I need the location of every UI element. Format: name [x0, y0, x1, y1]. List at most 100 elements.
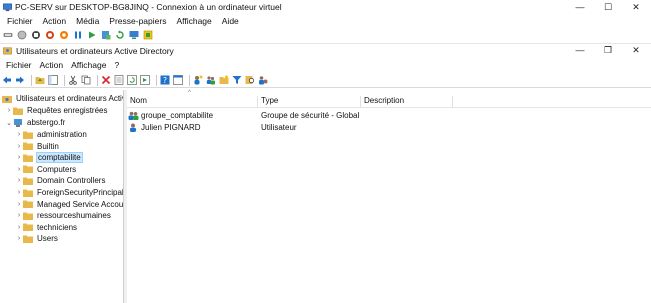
- tree-item-ou[interactable]: › techniciens: [15, 222, 78, 233]
- domain-icon: [14, 118, 22, 127]
- vm-minimize-button[interactable]: —: [565, 0, 595, 14]
- tree-item-ou[interactable]: › comptabilite: [15, 152, 83, 164]
- tree-item-ou[interactable]: › Domain Controllers: [15, 175, 106, 186]
- vm-menu-bar: Fichier Action Média Presse-papiers Affi…: [0, 15, 242, 27]
- aduc-minimize-button[interactable]: —: [565, 43, 595, 57]
- vm-close-button[interactable]: ✕: [621, 0, 651, 14]
- vm-menu-media[interactable]: Média: [76, 16, 99, 26]
- tree-item-ou[interactable]: › Users: [15, 233, 59, 244]
- column-header-name[interactable]: Nom: [127, 96, 258, 108]
- aduc-menu-fichier[interactable]: Fichier: [6, 60, 32, 70]
- help-icon[interactable]: ?: [160, 75, 170, 85]
- vm-maximize-button[interactable]: ☐: [593, 0, 623, 14]
- new-group-icon[interactable]: [206, 75, 216, 85]
- up-folder-icon[interactable]: [35, 75, 45, 85]
- cell-name: groupe_comptabilite: [128, 110, 213, 121]
- toolbar-separator: [64, 74, 65, 86]
- vm-menu-fichier[interactable]: Fichier: [7, 16, 33, 26]
- aduc-app-icon: [3, 47, 12, 55]
- tree-label-ou: Domain Controllers: [37, 176, 106, 186]
- folder-icon: [13, 107, 23, 115]
- find-icon[interactable]: [245, 75, 255, 85]
- expand-icon[interactable]: ›: [15, 143, 23, 150]
- column-header-description[interactable]: Description: [361, 96, 453, 108]
- expand-icon[interactable]: ›: [15, 154, 23, 161]
- vm-title: PC-SERV sur DESKTOP-BG8JINQ - Connexion …: [15, 2, 282, 12]
- back-icon[interactable]: [2, 75, 12, 85]
- aduc-title-bar: Utilisateurs et ordinateurs Active Direc…: [0, 43, 651, 57]
- expand-icon[interactable]: ›: [15, 212, 23, 219]
- cut-icon[interactable]: [68, 75, 78, 85]
- expand-icon[interactable]: ›: [15, 131, 23, 138]
- vm-menu-aide[interactable]: Aide: [222, 16, 239, 26]
- aduc-close-button[interactable]: ✕: [621, 43, 651, 57]
- export-icon[interactable]: [140, 75, 150, 85]
- tree-label-ou: ForeignSecurityPrincipals: [37, 188, 124, 197]
- tree-item-ou[interactable]: › ForeignSecurityPrincipals: [15, 187, 124, 198]
- vm-menu-presse-papiers[interactable]: Presse-papiers: [109, 16, 166, 26]
- folder-icon: [23, 142, 33, 151]
- revert-icon[interactable]: [115, 30, 125, 40]
- ctrl-alt-del-icon[interactable]: [3, 30, 13, 40]
- tree-label-ou: comptabilite: [36, 152, 83, 164]
- folder-icon: [23, 200, 33, 209]
- tree-item-root[interactable]: Utilisateurs et ordinateurs Active Direc…: [2, 93, 123, 104]
- new-ou-icon[interactable]: [219, 75, 229, 85]
- filter-icon[interactable]: [232, 75, 242, 85]
- refresh-icon[interactable]: [127, 75, 137, 85]
- enhanced-session-icon[interactable]: [129, 30, 139, 40]
- tree-label-ou: Managed Service Accounts: [37, 199, 124, 209]
- tree-item-ou[interactable]: › Builtin: [15, 141, 60, 152]
- tree-label-saved-queries: Requêtes enregistrées: [27, 106, 108, 115]
- tree-label-ou: Computers: [37, 164, 77, 174]
- show-tree-icon[interactable]: [48, 75, 58, 85]
- copy-icon[interactable]: [81, 75, 91, 85]
- aduc-menu-affichage[interactable]: Affichage: [71, 60, 106, 70]
- aduc-restore-button[interactable]: ❐: [593, 43, 623, 57]
- resume-icon[interactable]: [87, 30, 97, 40]
- toolbar-separator: [156, 74, 157, 86]
- list-item[interactable]: Julien PIGNARD Utilisateur: [127, 122, 651, 133]
- tree-item-saved-queries[interactable]: › Requêtes enregistrées: [5, 105, 109, 116]
- expand-icon[interactable]: ›: [15, 235, 23, 242]
- aduc-menu-action[interactable]: Action: [40, 60, 64, 70]
- pause-icon[interactable]: [73, 30, 83, 40]
- console-icon[interactable]: [173, 75, 183, 85]
- expand-icon[interactable]: ›: [5, 107, 13, 114]
- user-icon: [130, 123, 136, 132]
- item-name: groupe_comptabilite: [141, 111, 214, 120]
- tree-label-root: Utilisateurs et ordinateurs Active Direc…: [16, 94, 123, 103]
- expand-icon[interactable]: ›: [15, 166, 23, 173]
- start-icon[interactable]: [17, 30, 27, 40]
- tree-item-ou[interactable]: › Computers: [15, 164, 77, 175]
- share-icon[interactable]: [143, 30, 153, 40]
- tree-item-domain[interactable]: ⌄ abstergo.fr: [5, 117, 66, 128]
- save-icon[interactable]: [59, 30, 69, 40]
- column-header-type[interactable]: Type: [258, 96, 361, 108]
- vm-menu-action[interactable]: Action: [43, 16, 67, 26]
- turn-off-icon[interactable]: [31, 30, 41, 40]
- folder-icon: [23, 177, 33, 185]
- delete-icon[interactable]: [101, 75, 111, 85]
- new-user-icon[interactable]: [193, 75, 203, 85]
- folder-icon: [23, 154, 33, 162]
- tree-item-ou[interactable]: › ressourceshumaines: [15, 210, 112, 221]
- forward-icon[interactable]: [15, 75, 25, 85]
- list-item[interactable]: groupe_comptabilite Groupe de sécurité - …: [127, 110, 651, 121]
- aduc-menu-help[interactable]: ?: [114, 60, 119, 70]
- expand-icon[interactable]: ›: [15, 189, 23, 196]
- properties-icon[interactable]: [114, 75, 124, 85]
- toolbar-separator: [97, 74, 98, 86]
- add-to-group-icon[interactable]: [258, 75, 268, 85]
- tree-item-ou[interactable]: › administration: [15, 129, 88, 140]
- shut-down-icon[interactable]: [45, 30, 55, 40]
- expand-icon[interactable]: ›: [15, 224, 23, 231]
- checkpoint-icon[interactable]: [101, 30, 111, 40]
- folder-icon: [23, 223, 33, 232]
- collapse-icon[interactable]: ⌄: [5, 119, 13, 127]
- tree-label-ou: techniciens: [37, 222, 78, 232]
- expand-icon[interactable]: ›: [15, 201, 23, 208]
- expand-icon[interactable]: ›: [15, 177, 23, 184]
- vm-menu-affichage[interactable]: Affichage: [176, 16, 211, 26]
- tree-item-ou[interactable]: › Managed Service Accounts: [15, 199, 124, 210]
